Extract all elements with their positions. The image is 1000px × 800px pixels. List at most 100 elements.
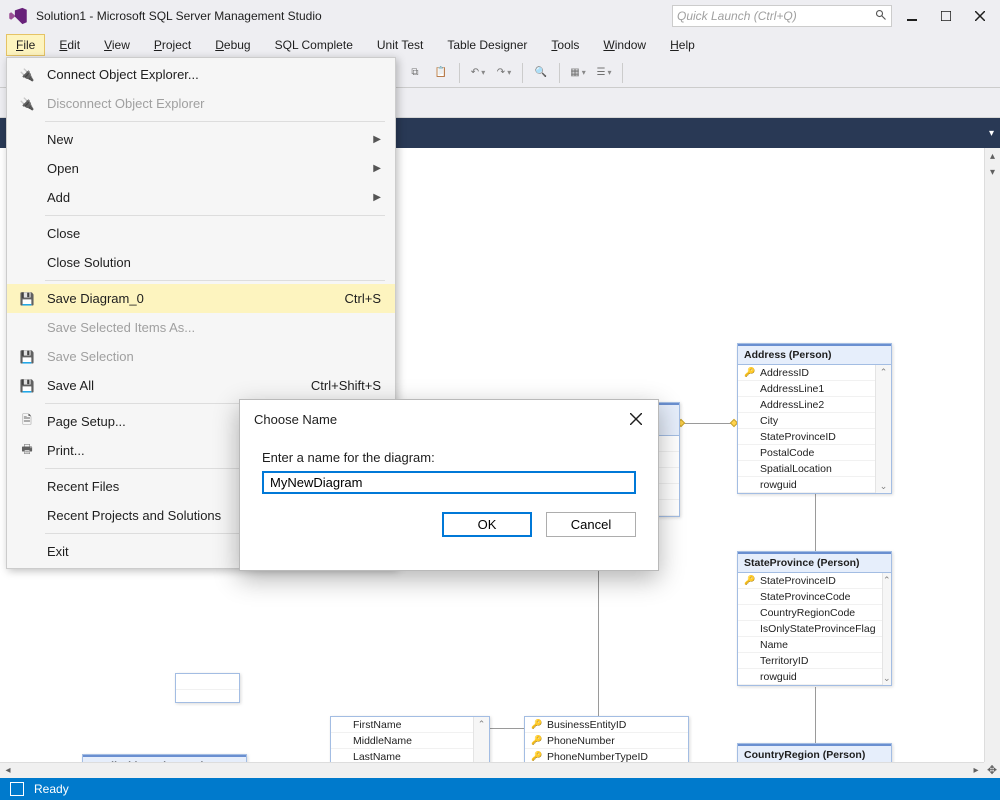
scroll-up-icon[interactable]: ⌃ <box>883 573 891 587</box>
table-column-row[interactable]: •FirstName <box>331 717 473 733</box>
file-menu-item[interactable]: Add ▶ <box>7 183 395 212</box>
vertical-scrollbar[interactable]: ▴ ▾ <box>984 148 1000 762</box>
menu-file[interactable]: File <box>6 34 45 56</box>
table-column-row[interactable]: 🔑AddressID <box>738 365 875 381</box>
blank-icon: • <box>744 400 754 410</box>
maximize-button[interactable] <box>932 5 960 27</box>
relation-line <box>815 494 816 551</box>
menu-table-designer[interactable]: Table Designer <box>437 34 537 56</box>
table-header[interactable]: EmailAddress (Person) <box>83 755 246 762</box>
table-column-row[interactable]: •TerritoryID <box>738 653 882 669</box>
scroll-left-icon[interactable]: ◂ <box>0 765 16 776</box>
copy-icon[interactable]: ⧉ <box>403 61 427 85</box>
menu-separator <box>45 215 385 216</box>
table-fragment[interactable] <box>175 673 240 703</box>
table-column-row[interactable]: •StateProvinceCode <box>738 589 882 605</box>
project-icon[interactable]: ☰ <box>592 61 616 85</box>
menu-help[interactable]: Help <box>660 34 705 56</box>
scroll-down-icon[interactable]: ▾ <box>985 164 1000 180</box>
scroll-down-icon[interactable]: ⌄ <box>880 479 888 493</box>
horizontal-scrollbar[interactable]: ◂ ▸ <box>0 762 984 778</box>
table-column-row[interactable]: •LastName <box>331 749 473 762</box>
menu-bar: FileEditViewProjectDebugSQL CompleteUnit… <box>0 32 1000 58</box>
ok-button[interactable]: OK <box>442 512 532 537</box>
table-column-row[interactable]: 🔑PhoneNumber <box>525 733 688 749</box>
save-outline-icon: 💾 <box>17 350 37 364</box>
table-country_region[interactable]: CountryRegion (Person)🔑CountryRegionCode… <box>737 743 892 762</box>
table-column-row[interactable]: •PostalCode <box>738 445 875 461</box>
menu-window[interactable]: Window <box>593 34 656 56</box>
file-menu-item[interactable]: Open▶ <box>7 154 395 183</box>
primary-key-icon: 🔑 <box>531 735 541 746</box>
table-column-row[interactable]: •AddressLine1 <box>738 381 875 397</box>
table-column-row[interactable]: •CountryRegionCode <box>738 605 882 621</box>
menu-sql-complete[interactable]: SQL Complete <box>265 34 363 56</box>
tab-overflow-icon[interactable]: ▾ <box>989 128 994 139</box>
table-column-row[interactable]: •AddressLine2 <box>738 397 875 413</box>
submenu-arrow-icon: ▶ <box>373 192 381 203</box>
cancel-button[interactable]: Cancel <box>546 512 636 537</box>
table-scrollbar[interactable]: ⌃⌄ <box>882 573 891 685</box>
pan-grip-icon[interactable]: ✥ <box>984 762 1000 778</box>
table-person_partial[interactable]: •FirstName•MiddleName•LastName•Suffix•Em… <box>330 716 490 762</box>
table-column-row[interactable]: •City <box>738 413 875 429</box>
menu-item-label: Connect Object Explorer... <box>47 67 381 82</box>
column-name: BusinessEntityID <box>547 719 626 731</box>
file-menu-item[interactable]: 💾Save Diagram_0Ctrl+S <box>7 284 395 313</box>
table-header[interactable]: Address (Person) <box>738 344 891 365</box>
scroll-up-icon[interactable]: ⌃ <box>880 365 888 379</box>
undo-icon[interactable]: ↶ <box>466 61 490 85</box>
quick-launch-placeholder: Quick Launch (Ctrl+Q) <box>677 9 871 23</box>
find-icon[interactable]: 🔍 <box>529 61 553 85</box>
quick-launch-box[interactable]: Quick Launch (Ctrl+Q) <box>672 5 892 27</box>
primary-key-icon: 🔑 <box>744 575 754 586</box>
minimize-button[interactable] <box>898 5 926 27</box>
table-column-row[interactable]: •StateProvinceID <box>738 429 875 445</box>
blank-icon: • <box>744 384 754 394</box>
table-column-row[interactable]: •SpatialLocation <box>738 461 875 477</box>
vs-logo-icon <box>6 4 30 28</box>
table-column-row[interactable]: •IsOnlyStateProvinceFlag <box>738 621 882 637</box>
file-menu-item[interactable]: Close <box>7 219 395 248</box>
menu-item-label: Add <box>47 190 363 205</box>
file-menu-item[interactable]: 🔌Connect Object Explorer... <box>7 60 395 89</box>
table-column-row[interactable]: 🔑StateProvinceID <box>738 573 882 589</box>
column-name: rowguid <box>760 479 797 491</box>
table-column-row[interactable]: 🔑PhoneNumberTypeID <box>525 749 688 762</box>
file-menu-item[interactable]: Close Solution <box>7 248 395 277</box>
scroll-up-icon[interactable]: ⌃ <box>478 717 486 731</box>
table-column-row[interactable]: •rowguid <box>738 669 882 685</box>
scroll-down-icon[interactable]: ⌄ <box>883 671 891 685</box>
table-column-row[interactable]: •Name <box>738 637 882 653</box>
table-header[interactable]: CountryRegion (Person) <box>738 744 891 762</box>
table-header[interactable]: StateProvince (Person) <box>738 552 891 573</box>
table-column-row[interactable]: 🔑BusinessEntityID <box>525 717 688 733</box>
close-button[interactable] <box>966 5 994 27</box>
table-email_address[interactable]: EmailAddress (Person)🔑BusinessEntityID🔑E… <box>82 754 247 762</box>
table-scrollbar[interactable]: ⌃⌄ <box>473 717 489 762</box>
table-column-row[interactable]: •MiddleName <box>331 733 473 749</box>
primary-key-icon: 🔑 <box>744 367 754 378</box>
redo-icon[interactable]: ↷ <box>492 61 516 85</box>
table-person_phone_partial[interactable]: 🔑BusinessEntityID🔑PhoneNumber🔑PhoneNumbe… <box>524 716 689 762</box>
relation-line <box>815 687 816 743</box>
dialog-close-icon[interactable] <box>628 411 644 427</box>
scroll-up-icon[interactable]: ▴ <box>985 148 1000 164</box>
menu-view[interactable]: View <box>94 34 140 56</box>
menu-edit[interactable]: Edit <box>49 34 90 56</box>
table-scrollbar[interactable]: ⌃⌄ <box>875 365 891 493</box>
column-name: SpatialLocation <box>760 463 832 475</box>
diagram-name-input[interactable] <box>262 471 636 494</box>
table-state_province[interactable]: StateProvince (Person)🔑StateProvinceID•S… <box>737 551 892 686</box>
menu-project[interactable]: Project <box>144 34 201 56</box>
activity-monitor-icon[interactable]: ▦ <box>566 61 590 85</box>
paste-icon[interactable]: 📋 <box>429 61 453 85</box>
menu-unit-test[interactable]: Unit Test <box>367 34 433 56</box>
table-address[interactable]: Address (Person)🔑AddressID•AddressLine1•… <box>737 343 892 494</box>
file-menu-item[interactable]: New▶ <box>7 125 395 154</box>
scroll-right-icon[interactable]: ▸ <box>968 765 984 776</box>
table-column-row[interactable]: •rowguid <box>738 477 875 493</box>
file-menu-item[interactable]: 💾Save AllCtrl+Shift+S <box>7 371 395 400</box>
menu-tools[interactable]: Tools <box>541 34 589 56</box>
menu-debug[interactable]: Debug <box>205 34 260 56</box>
